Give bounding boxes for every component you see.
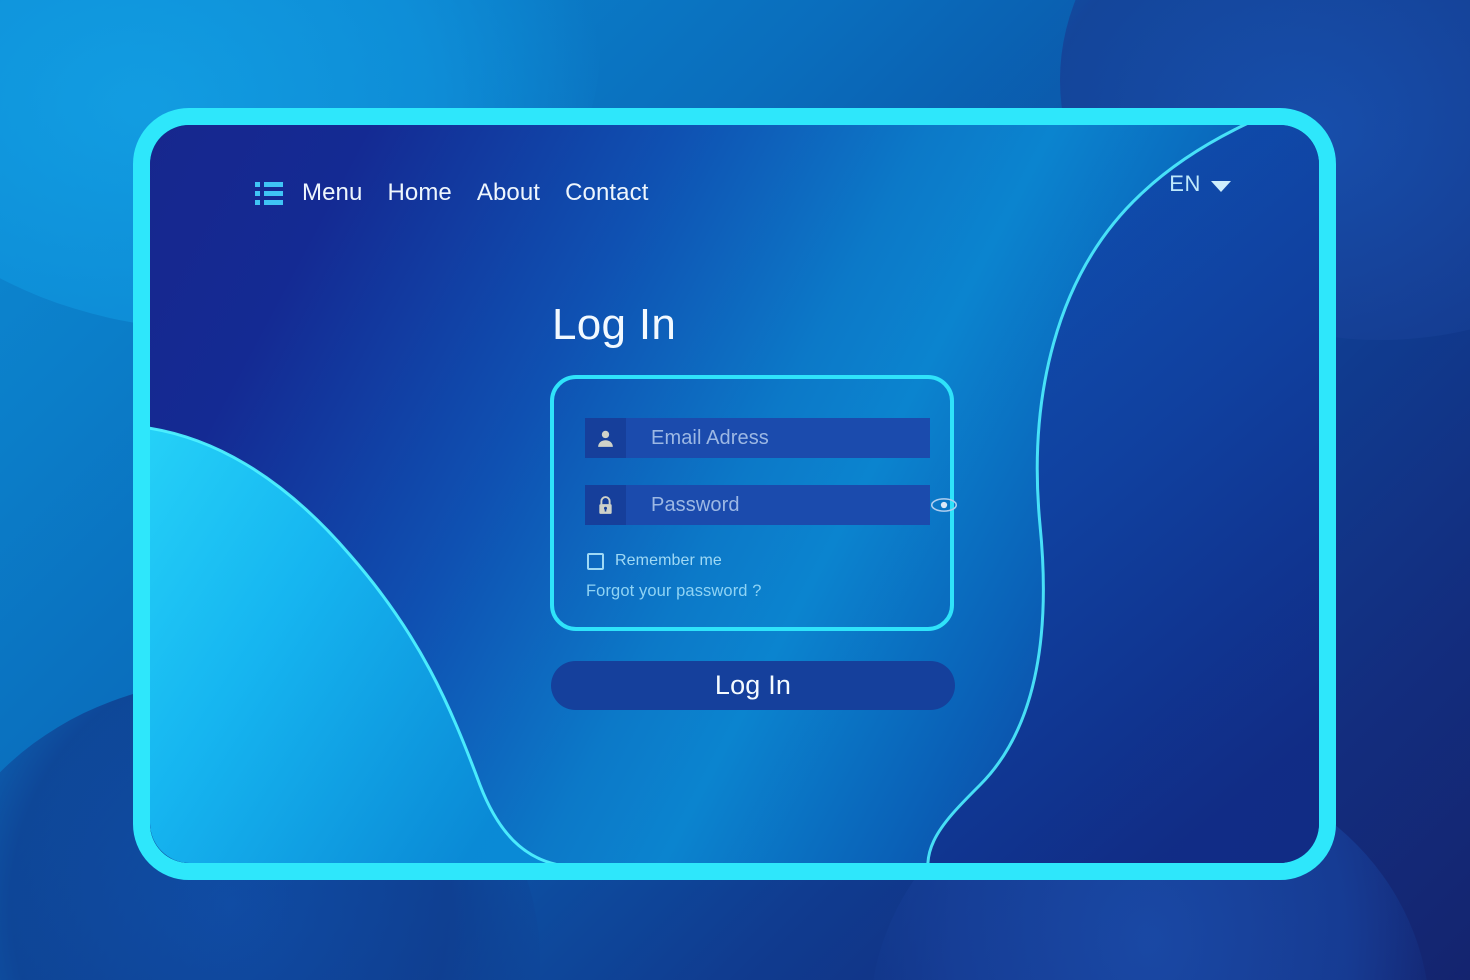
user-icon: [585, 418, 626, 458]
menu-icon-bullet: [255, 199, 260, 205]
email-input[interactable]: [626, 418, 930, 458]
menu-icon-bullet: [255, 190, 260, 196]
language-label: EN: [1169, 171, 1201, 196]
eye-icon[interactable]: [930, 485, 972, 525]
list-menu-icon[interactable]: [255, 181, 283, 205]
login-section: Log In Email Adress Remember me Forgot y…: [550, 300, 960, 710]
chevron-down-icon: [1211, 181, 1231, 192]
nav-links: Menu Home About Contact: [302, 179, 649, 207]
menu-icon-row: [255, 199, 283, 205]
page-title: Log In: [552, 300, 677, 349]
email-field-group: [585, 418, 930, 458]
menu-icon-bullet: [255, 181, 260, 187]
nav-item-about[interactable]: About: [477, 179, 540, 207]
menu-icon-bar: [264, 199, 283, 205]
menu-icon-row: [255, 181, 283, 187]
menu-icon-bar: [264, 190, 283, 196]
nav-item-contact[interactable]: Contact: [565, 179, 648, 207]
menu-icon-bar: [264, 181, 283, 187]
nav-left-group: Menu Home About Contact: [255, 179, 649, 207]
page-background: Menu Home About Contact EN Log In Email …: [0, 0, 1470, 980]
navbar: Menu Home About Contact EN: [150, 169, 1319, 217]
language-switcher[interactable]: EN: [1169, 171, 1231, 197]
menu-icon-row: [255, 190, 283, 196]
remember-me-checkbox[interactable]: [587, 552, 604, 570]
device-frame: Menu Home About Contact EN Log In Email …: [133, 108, 1336, 880]
forgot-password-link[interactable]: Forgot your password ?: [586, 582, 919, 601]
login-form-card: Remember me Forgot your password ?: [550, 375, 958, 631]
lock-icon: [585, 485, 626, 525]
nav-item-home[interactable]: Home: [387, 179, 451, 207]
password-field-group: [585, 485, 958, 525]
nav-item-menu[interactable]: Menu: [302, 179, 362, 207]
remember-me-row: Remember me: [587, 552, 919, 570]
remember-me-label: Remember me: [615, 552, 722, 569]
screen: Menu Home About Contact EN Log In Email …: [150, 125, 1319, 863]
login-submit-button[interactable]: Log In: [551, 661, 955, 710]
password-input[interactable]: [626, 485, 930, 525]
